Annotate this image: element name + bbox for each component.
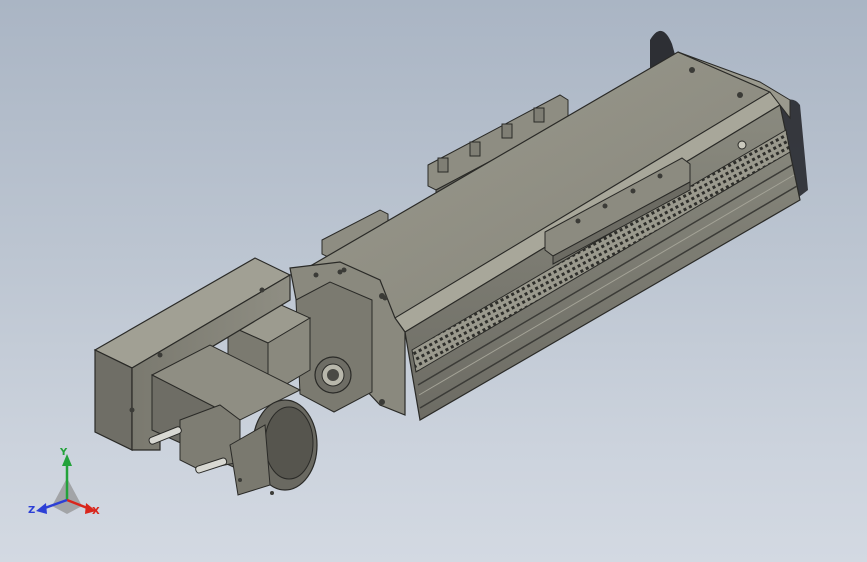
y-axis-label: Y (60, 447, 68, 458)
z-axis-label: Z (28, 505, 36, 516)
cad-viewport[interactable]: Y X Z (0, 0, 867, 562)
coordinate-triad[interactable]: Y X Z (22, 448, 112, 528)
linear-actuator-model[interactable] (0, 0, 867, 562)
x-axis-label: X (92, 506, 100, 517)
